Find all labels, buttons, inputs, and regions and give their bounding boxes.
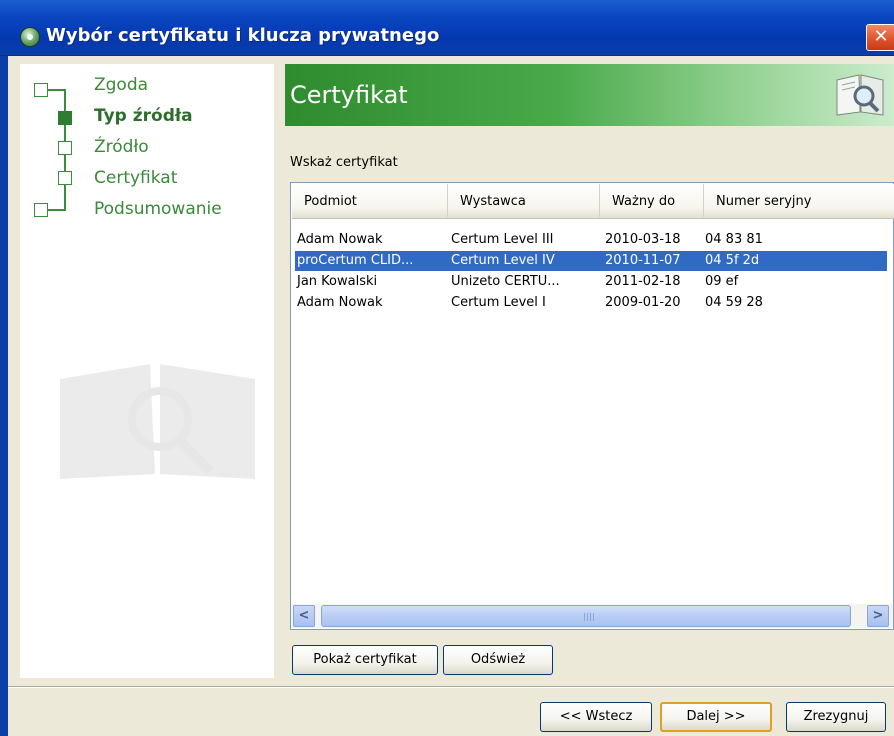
cell-subject: proCertum CLID...	[297, 253, 414, 268]
cell-serial: 04 5f 2d	[705, 253, 760, 268]
column-header-valid-to[interactable]: Ważny do	[600, 184, 704, 217]
title-bar: Wybór certyfikatu i klucza prywatnego ✕	[0, 0, 894, 56]
table-row[interactable]: Adam Nowak Certum Level I 2009-01-20 04 …	[295, 293, 887, 313]
cell-subject: Adam Nowak	[297, 295, 383, 310]
scroll-right-button[interactable]: >	[867, 605, 889, 627]
cancel-button[interactable]: Zrezygnuj	[786, 702, 886, 732]
certificate-list[interactable]: Podmiot Wystawca Ważny do Numer seryjny …	[290, 182, 894, 630]
table-row[interactable]: Jan Kowalski Unizeto CERTU... 2011-02-18…	[295, 272, 887, 292]
step-zrodlo: Źródło	[94, 137, 149, 157]
cell-valid-to: 2010-11-07	[605, 253, 681, 268]
cell-issuer: Certum Level III	[451, 232, 554, 247]
cell-valid-to: 2011-02-18	[605, 274, 681, 289]
step-box-zrodlo	[58, 141, 72, 155]
tree-connector	[48, 89, 64, 91]
cell-serial: 04 83 81	[705, 232, 763, 247]
step-zgoda: Zgoda	[94, 75, 149, 95]
horizontal-scrollbar[interactable]: < >	[291, 604, 893, 628]
cell-serial: 04 59 28	[705, 295, 763, 310]
cell-valid-to: 2009-01-20	[605, 295, 681, 310]
scroll-thumb[interactable]	[321, 605, 851, 627]
tree-connector	[48, 209, 66, 211]
back-button[interactable]: << Wstecz	[540, 702, 652, 732]
cell-serial: 09 ef	[705, 274, 739, 289]
cell-subject: Jan Kowalski	[297, 274, 378, 289]
step-box-certyfikat	[58, 171, 72, 185]
table-row-selected[interactable]: proCertum CLID... Certum Level IV 2010-1…	[295, 251, 887, 271]
book-magnifier-icon	[836, 74, 884, 116]
cell-issuer: Certum Level IV	[451, 253, 555, 268]
next-button[interactable]: Dalej >>	[660, 702, 772, 732]
cell-valid-to: 2010-03-18	[605, 232, 681, 247]
window-title: Wybór certyfikatu i klucza prywatnego	[46, 25, 440, 46]
table-row[interactable]: Adam Nowak Certum Level III 2010-03-18 0…	[295, 230, 887, 250]
step-box-podsumowanie	[34, 203, 48, 217]
certificate-prompt: Wskaż certyfikat	[290, 155, 398, 170]
column-header-issuer[interactable]: Wystawca	[448, 184, 600, 217]
cell-issuer: Certum Level I	[451, 295, 546, 310]
book-magnifier-watermark-icon	[60, 364, 255, 479]
column-header-serial[interactable]: Numer seryjny	[704, 184, 894, 217]
cell-subject: Adam Nowak	[297, 232, 383, 247]
footer-separator-highlight	[8, 687, 894, 688]
scroll-left-button[interactable]: <	[293, 605, 315, 627]
app-icon	[20, 27, 40, 47]
step-podsumowanie: Podsumowanie	[94, 199, 222, 219]
scroll-grip	[584, 613, 594, 621]
refresh-button[interactable]: Odśwież	[443, 645, 553, 675]
column-header-subject[interactable]: Podmiot	[292, 184, 448, 217]
cell-issuer: Unizeto CERTU...	[451, 274, 560, 289]
show-certificate-button[interactable]: Pokaż certyfikat	[292, 645, 438, 675]
close-button[interactable]: ✕	[866, 24, 894, 51]
step-typ-zrodla: Typ źródła	[94, 106, 193, 126]
step-certyfikat: Certyfikat	[94, 168, 178, 188]
step-box-zgoda	[34, 83, 48, 97]
wizard-steps-panel: Zgoda Typ źródła Źródło Certyfikat Podsu…	[20, 64, 274, 678]
window-frame-left	[0, 56, 8, 736]
step-box-typ-zrodla	[58, 111, 72, 125]
list-header: Podmiot Wystawca Ważny do Numer seryjny	[292, 184, 894, 219]
page-title: Certyfikat	[290, 81, 408, 109]
